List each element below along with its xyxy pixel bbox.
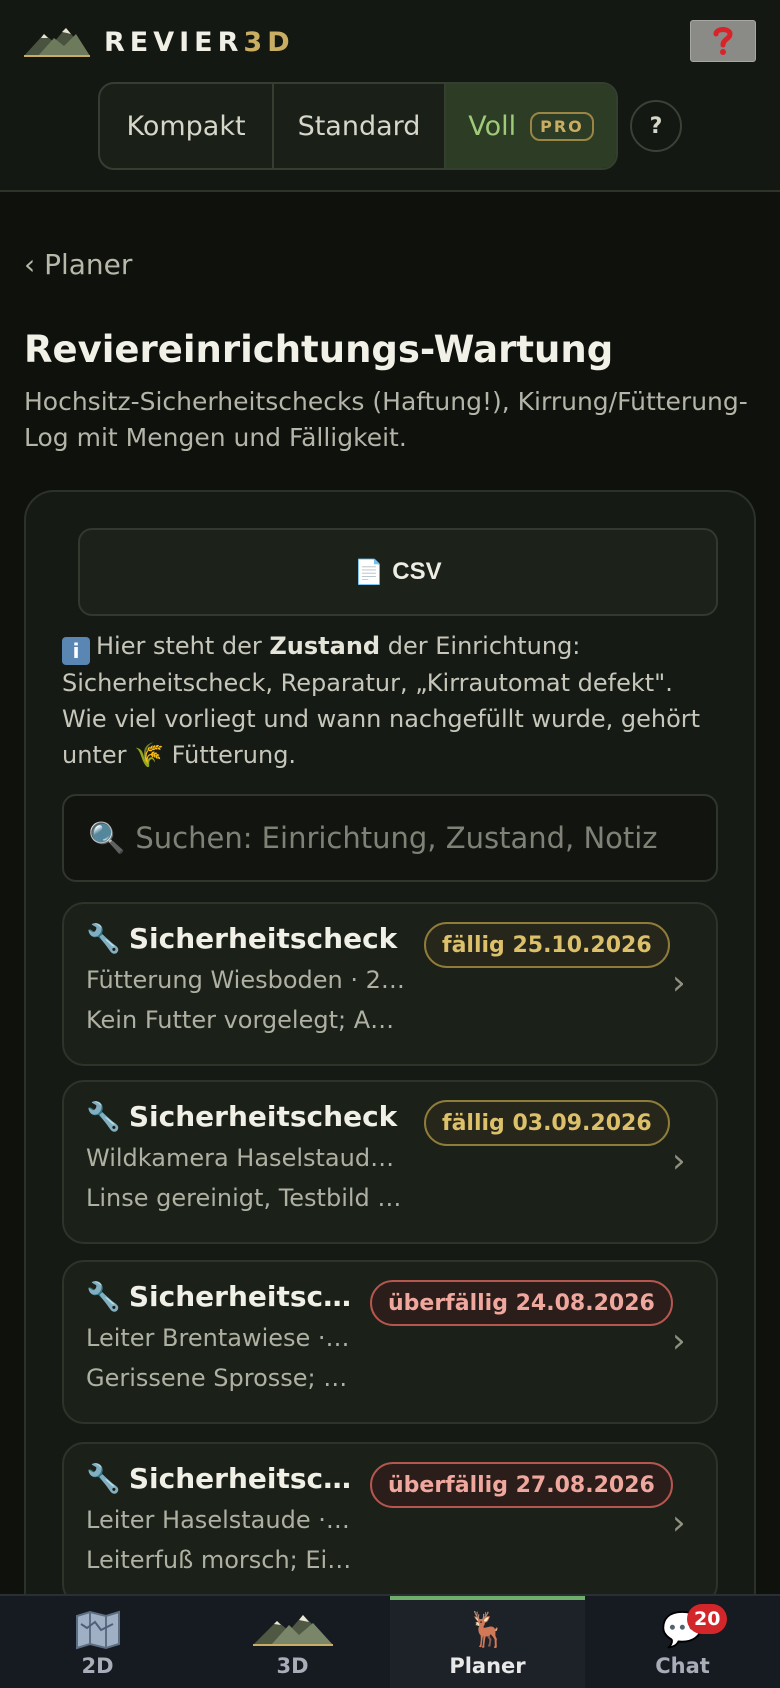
wrench-icon: 🔧 <box>86 1100 121 1133</box>
map-icon <box>75 1608 121 1652</box>
entry-title: 🔧Sicherheitsche… <box>86 1280 352 1313</box>
entry-location: Leiter Brentawiese · … <box>86 1324 354 1352</box>
nav-tab-chat[interactable]: 💬 Chat 20 <box>585 1596 780 1688</box>
search-icon: 🔍 <box>88 820 126 856</box>
wheat-icon: 🌾 <box>134 741 164 769</box>
nav-tab-2d[interactable]: 2D <box>0 1596 195 1688</box>
wrench-icon: 🔧 <box>86 1462 121 1495</box>
maintenance-entry[interactable]: 🔧Sicherheitsche… überfällig 27.08.2026 L… <box>62 1442 718 1606</box>
entry-title: 🔧Sicherheitsche… <box>86 1462 352 1495</box>
pro-badge: PRO <box>530 111 594 141</box>
status-badge-due: fällig 25.10.2026 <box>424 922 670 968</box>
mountain-icon <box>252 1608 333 1652</box>
maintenance-entry[interactable]: 🔧 Sicherheitscheck fällig 25.10.2026 Fütt… <box>62 902 718 1066</box>
question-mark-red-icon <box>713 27 733 55</box>
entry-location: Wildkamera Haselstaude… <box>86 1144 408 1172</box>
entry-location: Fütterung Wiesboden · 2… <box>86 966 405 994</box>
info-icon: i <box>62 637 90 665</box>
entry-note: Leiterfuß morsch; Ei… <box>86 1546 352 1574</box>
csv-export-button[interactable]: 📄 CSV <box>78 528 718 616</box>
chevron-right-icon: › <box>672 1321 686 1361</box>
chevron-right-icon: › <box>672 1141 686 1181</box>
deer-icon: 🦌 <box>466 1610 509 1650</box>
page-subtitle: Hochsitz-Sicherheitschecks (Haftung!), K… <box>24 387 748 452</box>
status-badge-due: fällig 03.09.2026 <box>424 1100 670 1146</box>
nav-tab-3d[interactable]: 3D <box>195 1596 390 1688</box>
entry-note: Gerissene Sprosse; … <box>86 1364 348 1392</box>
app-header: REVIER3D Kompakt Standard Voll PRO ? <box>0 0 780 192</box>
nav-tab-planer[interactable]: 🦌 Planer <box>390 1596 585 1688</box>
view-mode-voll[interactable]: Voll PRO <box>446 84 616 168</box>
wrench-icon: 🔧 <box>86 1280 121 1313</box>
document-icon: 📄 <box>354 558 385 586</box>
entry-note: Linse gereinigt, Testbild … <box>86 1184 402 1212</box>
wrench-icon: 🔧 <box>86 922 121 955</box>
unread-count-badge: 20 <box>687 1604 728 1634</box>
feeding-link[interactable]: Fütterung. <box>164 741 296 769</box>
logo-text: REVIER3D <box>104 26 295 58</box>
entry-title: 🔧 Sicherheitscheck <box>86 1100 398 1133</box>
entry-location: Leiter Haselstaude · … <box>86 1506 354 1534</box>
info-button[interactable]: ? <box>630 100 682 152</box>
status-badge-overdue: überfällig 27.08.2026 <box>370 1462 673 1508</box>
mountain-logo-icon <box>24 28 90 57</box>
maintenance-entry[interactable]: 🔧 Sicherheitscheck fällig 03.09.2026 Wild… <box>62 1080 718 1244</box>
bottom-navigation: 2D 3D 🦌 Planer 💬 Chat 20 <box>0 1594 780 1688</box>
back-link-planer[interactable]: ‹ Planer <box>24 248 132 281</box>
app-logo[interactable]: REVIER3D <box>24 22 295 62</box>
maintenance-entry[interactable]: 🔧Sicherheitsche… überfällig 24.08.2026 L… <box>62 1260 718 1424</box>
chevron-right-icon: › <box>672 963 686 1003</box>
help-button[interactable] <box>690 20 756 62</box>
page-title: Reviereinrichtungs-Wartung <box>24 328 614 371</box>
status-badge-overdue: überfällig 24.08.2026 <box>370 1280 673 1326</box>
view-mode-kompakt[interactable]: Kompakt <box>100 84 274 168</box>
view-mode-switch: Kompakt Standard Voll PRO <box>98 82 618 170</box>
entry-title: 🔧 Sicherheitscheck <box>86 922 398 955</box>
search-input[interactable] <box>135 821 676 855</box>
search-bar: 🔍 <box>62 794 718 882</box>
view-mode-standard[interactable]: Standard <box>274 84 446 168</box>
info-text: i Hier steht der Zustand der Einrichtung:… <box>62 632 701 769</box>
chevron-right-icon: › <box>672 1503 686 1543</box>
entry-note: Kein Futter vorgelegt; An… <box>86 1006 408 1034</box>
